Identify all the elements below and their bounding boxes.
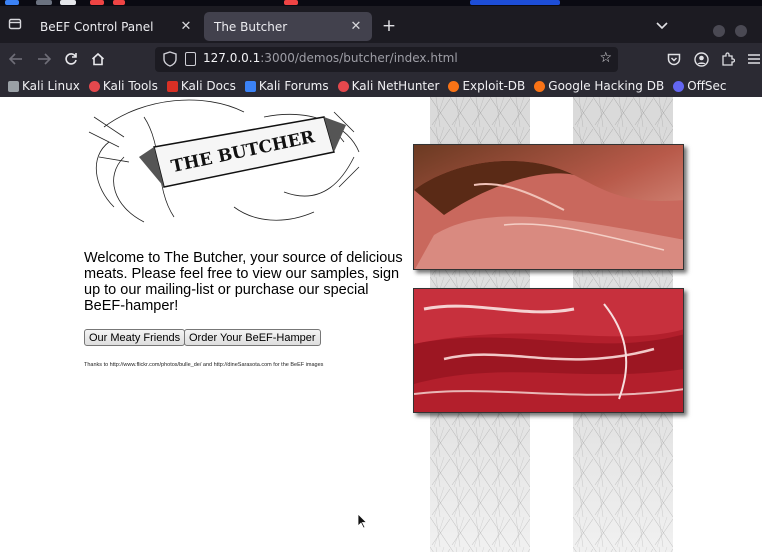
tab-label: BeEF Control Panel xyxy=(40,19,154,34)
account-icon[interactable] xyxy=(692,49,710,69)
home-icon[interactable] xyxy=(88,49,108,69)
address-bar[interactable]: 127.0.0.1:3000/demos/butcher/index.html … xyxy=(155,47,618,72)
bookmark-kali-linux[interactable]: Kali Linux xyxy=(8,79,80,93)
nethunter-icon xyxy=(337,80,349,92)
meaty-friends-button[interactable]: Our Meaty Friends xyxy=(84,329,186,346)
tab-the-butcher[interactable]: The Butcher ✕ xyxy=(204,12,372,41)
meat-sample-image-roast xyxy=(413,144,684,270)
maximize-button[interactable] xyxy=(735,25,747,37)
tab-label: The Butcher xyxy=(214,19,288,34)
navigation-toolbar: 127.0.0.1:3000/demos/butcher/index.html … xyxy=(0,43,762,75)
tab-beef-control-panel[interactable]: BeEF Control Panel ✕ xyxy=(30,12,202,41)
os-app-icon[interactable] xyxy=(60,0,76,5)
bookmark-label: Kali NetHunter xyxy=(351,79,440,93)
tab-list-svg xyxy=(8,18,22,30)
reload-icon[interactable] xyxy=(61,49,81,69)
extensions-icon[interactable] xyxy=(719,49,737,69)
ghdb-icon xyxy=(534,80,546,92)
bookmark-star-icon[interactable]: ☆ xyxy=(599,50,612,66)
tab-bar: BeEF Control Panel ✕ The Butcher ✕ + xyxy=(0,6,762,43)
close-icon[interactable]: ✕ xyxy=(348,18,364,34)
bookmark-label: Kali Forums xyxy=(258,79,329,93)
pocket-icon[interactable] xyxy=(665,49,683,69)
os-app-icon[interactable] xyxy=(90,0,104,5)
bookmark-kali-docs[interactable]: Kali Docs xyxy=(166,79,236,93)
exploit-db-icon xyxy=(448,80,460,92)
url-text[interactable]: 127.0.0.1:3000/demos/butcher/index.html xyxy=(203,51,458,65)
tab-list-icon[interactable] xyxy=(5,14,25,34)
bookmark-google-hacking-db[interactable]: Google Hacking DB xyxy=(534,79,664,93)
page-viewport: THE BUTCHER Welcome to The Butcher, your… xyxy=(0,97,762,552)
menu-icon[interactable] xyxy=(745,49,762,69)
bookmarks-toolbar: Kali Linux Kali Tools Kali Docs Kali For… xyxy=(0,75,762,97)
bookmark-offsec[interactable]: OffSec xyxy=(673,79,727,93)
os-app-icon[interactable] xyxy=(284,0,298,5)
mouse-cursor xyxy=(357,513,367,529)
minimize-button[interactable] xyxy=(713,25,725,37)
back-arrow-icon[interactable] xyxy=(6,49,26,69)
offsec-icon xyxy=(673,80,685,92)
bookmark-kali-forums[interactable]: Kali Forums xyxy=(244,79,329,93)
bookmark-label: Kali Linux xyxy=(22,79,80,93)
shield-icon[interactable] xyxy=(163,51,177,67)
bookmark-label: Google Hacking DB xyxy=(548,79,665,93)
welcome-text: Welcome to The Butcher, your source of d… xyxy=(84,250,403,314)
order-hamper-button[interactable]: Order Your BeEF-Hamper xyxy=(184,329,321,346)
bookmark-kali-tools[interactable]: Kali Tools xyxy=(88,79,158,93)
kali-docs-icon xyxy=(166,80,178,92)
bookmark-label: Kali Tools xyxy=(102,79,158,93)
bookmark-exploit-db[interactable]: Exploit-DB xyxy=(448,79,525,93)
os-app-icon[interactable] xyxy=(113,0,125,5)
bookmark-label: OffSec xyxy=(687,79,727,93)
os-activity-graph xyxy=(470,0,560,5)
page-icon xyxy=(185,52,196,66)
os-app-icon[interactable] xyxy=(36,0,52,5)
bookmark-label: Exploit-DB xyxy=(462,79,526,93)
butcher-logo: THE BUTCHER xyxy=(84,97,364,232)
kali-dragon-icon xyxy=(8,80,19,92)
meat-sample-image-steak xyxy=(413,288,684,413)
image-credits: Thanks to http://www.flickr.com/photos/b… xyxy=(84,362,324,368)
url-path: :3000/demos/butcher/index.html xyxy=(260,51,458,65)
forward-arrow-icon[interactable] xyxy=(34,49,54,69)
kali-tools-icon xyxy=(88,80,100,92)
bookmark-label: Kali Docs xyxy=(180,79,236,93)
close-icon[interactable]: ✕ xyxy=(178,18,194,34)
chevron-down-icon[interactable] xyxy=(654,16,670,36)
kali-forums-icon xyxy=(244,80,256,92)
bookmark-kali-nethunter[interactable]: Kali NetHunter xyxy=(337,79,440,93)
url-host: 127.0.0.1 xyxy=(203,51,261,65)
new-tab-icon[interactable]: + xyxy=(380,16,398,36)
os-app-icon[interactable] xyxy=(5,0,19,5)
